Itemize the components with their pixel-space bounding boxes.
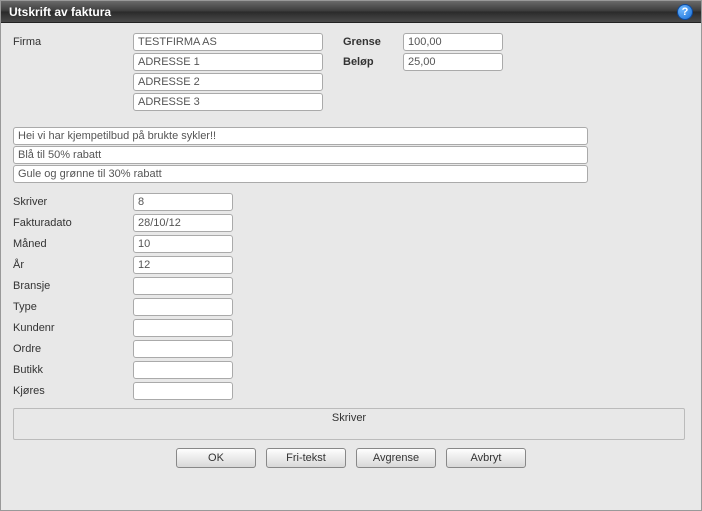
adresse3-input[interactable] (133, 93, 323, 111)
adresse2-input[interactable] (133, 73, 323, 91)
avgrense-button[interactable]: Avgrense (356, 448, 436, 468)
kundenr-input[interactable] (133, 319, 233, 337)
bransje-input[interactable] (133, 277, 233, 295)
fakturadato-label: Fakturadato (13, 217, 133, 229)
kundenr-label: Kundenr (13, 322, 133, 334)
grense-label: Grense (343, 36, 403, 48)
avbryt-button[interactable]: Avbryt (446, 448, 526, 468)
skriver-groupbox: Skriver (13, 408, 685, 440)
butikk-label: Butikk (13, 364, 133, 376)
ar-label: År (13, 259, 133, 271)
type-label: Type (13, 301, 133, 313)
maned-label: Måned (13, 238, 133, 250)
content-area: Firma Grense (1, 23, 701, 510)
freetext1-input[interactable] (13, 127, 588, 145)
freetext3-input[interactable] (13, 165, 588, 183)
skriver-groupbox-label: Skriver (332, 412, 366, 424)
skriver-label: Skriver (13, 196, 133, 208)
skriver-input[interactable] (133, 193, 233, 211)
freetext2-input[interactable] (13, 146, 588, 164)
fakturadato-input[interactable] (133, 214, 233, 232)
maned-input[interactable] (133, 235, 233, 253)
type-input[interactable] (133, 298, 233, 316)
fritekst-button[interactable]: Fri-tekst (266, 448, 346, 468)
belop-input[interactable] (403, 53, 503, 71)
bransje-label: Bransje (13, 280, 133, 292)
dialog-title: Utskrift av faktura (9, 5, 111, 19)
firma-input[interactable] (133, 33, 323, 51)
firma-label: Firma (13, 36, 133, 48)
butikk-input[interactable] (133, 361, 233, 379)
ar-input[interactable] (133, 256, 233, 274)
adresse1-input[interactable] (133, 53, 323, 71)
help-icon[interactable]: ? (677, 4, 693, 20)
titlebar: Utskrift av faktura ? (1, 1, 701, 23)
kjores-input[interactable] (133, 382, 233, 400)
ok-button[interactable]: OK (176, 448, 256, 468)
ordre-input[interactable] (133, 340, 233, 358)
button-row: OK Fri-tekst Avgrense Avbryt (13, 448, 689, 468)
dialog-window: Utskrift av faktura ? Firma (0, 0, 702, 511)
grense-input[interactable] (403, 33, 503, 51)
kjores-label: Kjøres (13, 385, 133, 397)
ordre-label: Ordre (13, 343, 133, 355)
belop-label: Beløp (343, 56, 403, 68)
